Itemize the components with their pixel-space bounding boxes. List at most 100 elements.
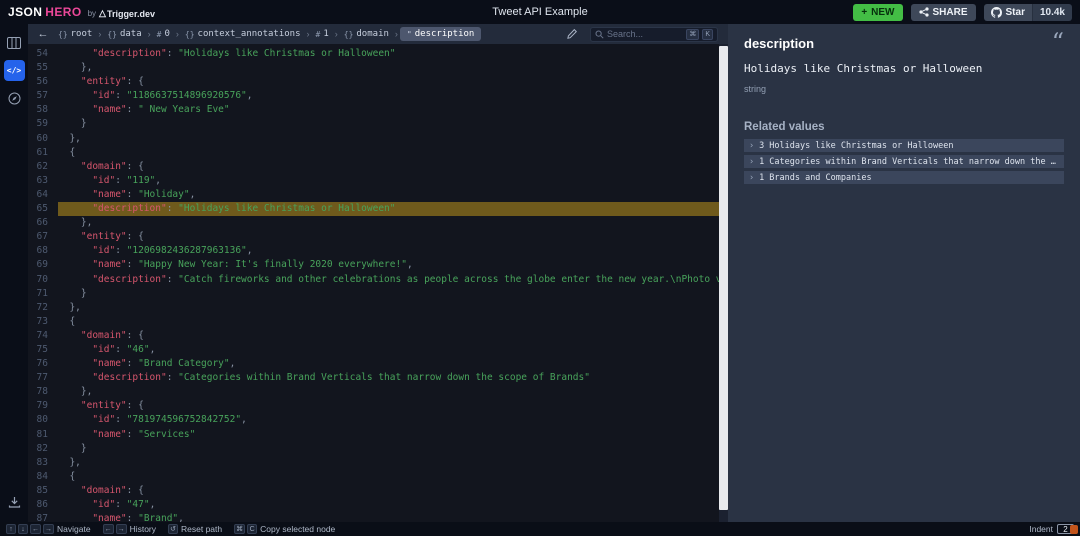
line-content: "name": " New Years Eve" xyxy=(58,103,719,117)
code-line-82[interactable]: 82 } xyxy=(28,442,719,456)
breadcrumb-item-context_annotations[interactable]: {}context_annotations xyxy=(181,28,305,40)
code-line-62[interactable]: 62 "domain": { xyxy=(28,160,719,174)
breadcrumb-item-0[interactable]: #0 xyxy=(153,28,174,40)
code-line-87[interactable]: 87 "name": "Brand", xyxy=(28,512,719,522)
line-content: } xyxy=(58,287,719,301)
line-content: "id": "47", xyxy=(58,498,719,512)
related-values-title: Related values xyxy=(744,121,1064,133)
code-line-63[interactable]: 63 "id": "119", xyxy=(28,174,719,188)
new-button[interactable]: +NEW xyxy=(853,4,902,21)
code-line-67[interactable]: 67 "entity": { xyxy=(28,230,719,244)
code-lines: 54 "description": "Holidays like Christm… xyxy=(28,47,719,522)
scrollbar-thumb[interactable] xyxy=(719,46,728,510)
reset-path-label: Reset path xyxy=(181,524,222,534)
editor-scrollbar[interactable] xyxy=(719,44,728,522)
json-view-button[interactable]: </> xyxy=(4,60,25,81)
trigger-dev-link[interactable]: △Trigger.dev xyxy=(99,8,155,19)
breadcrumb-bar: ← {}root›{}data›#0›{}context_annotations… xyxy=(28,24,728,44)
download-button[interactable] xyxy=(4,491,25,512)
code-line-65[interactable]: 65 "description": "Holidays like Christm… xyxy=(28,202,719,216)
history-hint: ←→ History xyxy=(103,524,156,534)
code-line-68[interactable]: 68 "id": "1206982436287963136", xyxy=(28,244,719,258)
code-line-80[interactable]: 80 "id": "781974596752842752", xyxy=(28,413,719,427)
related-value-row[interactable]: ›1Brands and Companies xyxy=(744,171,1064,184)
code-line-64[interactable]: 64 "name": "Holiday", xyxy=(28,188,719,202)
navigate-label: Navigate xyxy=(57,524,91,534)
code-line-86[interactable]: 86 "id": "47", xyxy=(28,498,719,512)
related-text: Categories within Brand Verticals that n… xyxy=(769,157,1059,167)
breadcrumb-label: domain xyxy=(356,29,389,39)
code-line-71[interactable]: 71 } xyxy=(28,287,719,301)
breadcrumb-item-1[interactable]: #1 xyxy=(312,28,333,40)
line-number: 56 xyxy=(28,75,58,89)
reset-path-hint[interactable]: ↺ Reset path xyxy=(168,524,222,534)
line-content: "description": "Holidays like Christmas … xyxy=(58,202,719,216)
chevron-right-icon: › xyxy=(749,141,754,151)
related-count: 1 xyxy=(759,157,764,167)
code-line-70[interactable]: 70 "description": "Catch fireworks and o… xyxy=(28,273,719,287)
hash-icon: # xyxy=(316,30,321,39)
code-line-59[interactable]: 59 } xyxy=(28,117,719,131)
related-value-row[interactable]: ›3Holidays like Christmas or Halloween xyxy=(744,139,1064,152)
key-icon: ⌘ xyxy=(234,524,245,534)
app-logo[interactable]: JSON HERO by △Trigger.dev xyxy=(8,5,155,19)
line-number: 67 xyxy=(28,230,58,244)
edit-button[interactable] xyxy=(566,28,578,40)
selected-node-type: string xyxy=(744,84,1064,94)
line-content: } xyxy=(58,117,719,131)
column-view-button[interactable] xyxy=(4,32,25,53)
arrow-key-icon: → xyxy=(43,524,54,534)
github-star-button[interactable]: Star 10.4k xyxy=(984,4,1072,21)
code-line-69[interactable]: 69 "name": "Happy New Year: It's finally… xyxy=(28,258,719,272)
code-line-73[interactable]: 73 { xyxy=(28,315,719,329)
breadcrumb-item-description[interactable]: "description xyxy=(400,27,481,41)
breadcrumb-item-root[interactable]: {}root xyxy=(54,28,96,40)
code-line-72[interactable]: 72 }, xyxy=(28,301,719,315)
logo-hero-text: HERO xyxy=(45,5,81,19)
breadcrumb-label: 1 xyxy=(323,29,328,39)
related-value-row[interactable]: ›1Categories within Brand Verticals that… xyxy=(744,155,1064,168)
copy-keys: ⌘C xyxy=(234,524,257,534)
code-line-83[interactable]: 83 }, xyxy=(28,456,719,470)
line-content: "entity": { xyxy=(58,230,719,244)
code-line-58[interactable]: 58 "name": " New Years Eve" xyxy=(28,103,719,117)
code-line-74[interactable]: 74 "domain": { xyxy=(28,329,719,343)
code-line-85[interactable]: 85 "domain": { xyxy=(28,484,719,498)
code-line-75[interactable]: 75 "id": "46", xyxy=(28,343,719,357)
object-icon: {} xyxy=(107,30,117,39)
back-button[interactable]: ← xyxy=(34,28,52,40)
arrow-key-icon: ← xyxy=(103,524,114,534)
search-icon xyxy=(595,30,604,39)
copy-node-hint[interactable]: ⌘C Copy selected node xyxy=(234,524,335,534)
code-line-76[interactable]: 76 "name": "Brand Category", xyxy=(28,357,719,371)
tree-view-button[interactable] xyxy=(4,88,25,109)
code-line-56[interactable]: 56 "entity": { xyxy=(28,75,719,89)
line-number: 61 xyxy=(28,146,58,160)
breadcrumb-item-data[interactable]: {}data xyxy=(103,28,145,40)
object-icon: {} xyxy=(344,30,354,39)
code-line-60[interactable]: 60 }, xyxy=(28,132,719,146)
json-editor: 54 "description": "Holidays like Christm… xyxy=(28,44,728,522)
line-number: 81 xyxy=(28,428,58,442)
arrow-key-icon: ↓ xyxy=(18,524,28,534)
related-values-list: ›3Holidays like Christmas or Halloween›1… xyxy=(744,139,1064,184)
code-line-54[interactable]: 54 "description": "Holidays like Christm… xyxy=(28,47,719,61)
code-line-78[interactable]: 78 }, xyxy=(28,385,719,399)
line-number: 86 xyxy=(28,498,58,512)
line-content: "description": "Catch fireworks and othe… xyxy=(58,273,719,287)
code-line-57[interactable]: 57 "id": "1186637514896920576", xyxy=(28,89,719,103)
code-line-55[interactable]: 55 }, xyxy=(28,61,719,75)
line-content: "name": "Brand Category", xyxy=(58,357,719,371)
line-number: 63 xyxy=(28,174,58,188)
breadcrumb-label: data xyxy=(120,29,142,39)
search-input[interactable]: Search... ⌘ K xyxy=(590,27,718,42)
code-line-81[interactable]: 81 "name": "Services" xyxy=(28,428,719,442)
breadcrumb-item-domain[interactable]: {}domain xyxy=(340,28,393,40)
line-content: "id": "781974596752842752", xyxy=(58,413,719,427)
share-button[interactable]: SHARE xyxy=(911,4,976,21)
code-line-61[interactable]: 61 { xyxy=(28,146,719,160)
code-line-79[interactable]: 79 "entity": { xyxy=(28,399,719,413)
code-line-77[interactable]: 77 "description": "Categories within Bra… xyxy=(28,371,719,385)
code-line-66[interactable]: 66 }, xyxy=(28,216,719,230)
code-line-84[interactable]: 84 { xyxy=(28,470,719,484)
